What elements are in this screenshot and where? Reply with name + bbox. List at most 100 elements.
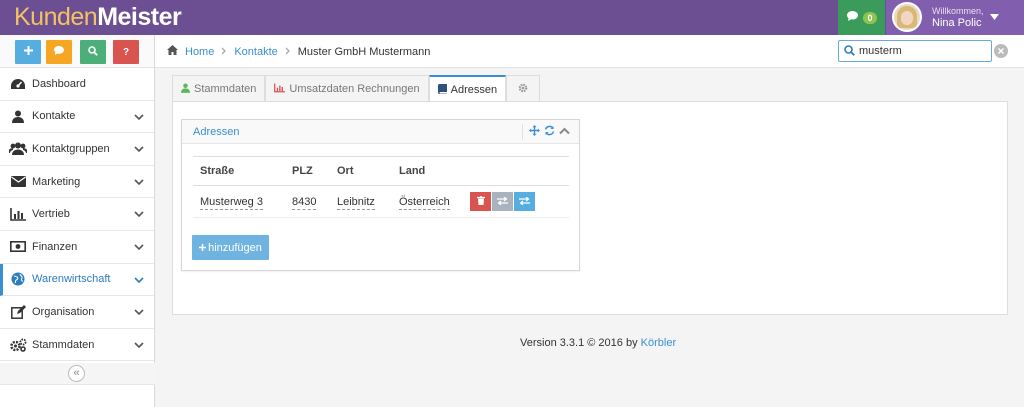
sidebar-item-vertrieb[interactable]: Vertrieb — [0, 198, 154, 231]
cell-plz[interactable]: 8430 — [292, 195, 317, 210]
move-icon[interactable] — [529, 125, 540, 139]
table-header-row: Straße PLZ Ort Land — [193, 156, 569, 186]
plus-icon — [23, 46, 33, 58]
sidebar-item-kontakte[interactable]: Kontakte — [0, 100, 154, 134]
search-icon — [844, 45, 855, 59]
plus-icon — [199, 242, 207, 254]
tab-adressen[interactable]: Adressen — [428, 75, 507, 103]
book-icon — [437, 83, 447, 97]
sidebar-item-label: Organisation — [32, 305, 95, 318]
sidebar-item-stammdaten[interactable]: Stammdaten — [0, 328, 154, 362]
quick-search-button[interactable] — [80, 40, 106, 64]
chevron-right-icon — [285, 46, 291, 58]
chevron-down-icon — [134, 242, 144, 254]
comment-icon — [846, 10, 859, 25]
home-icon — [167, 45, 178, 58]
column-header-strasse: Straße — [193, 156, 285, 186]
sidebar-item-label: Stammdaten — [32, 338, 95, 351]
column-header-ort: Ort — [330, 156, 392, 186]
chevron-down-icon — [134, 209, 144, 221]
messages-button[interactable]: 0 — [838, 0, 885, 35]
sidebar-item-label: Warenwirtschaft — [32, 273, 111, 286]
sidebar-item-finanzen[interactable]: Finanzen — [0, 230, 154, 264]
quick-help-button[interactable]: ? — [113, 40, 139, 64]
exchange-icon — [497, 196, 508, 208]
tab-umsatzdaten[interactable]: Umsatzdaten Rechnungen — [265, 75, 429, 102]
quick-add-button[interactable] — [15, 40, 41, 64]
sidebar-item-label: Kontaktgruppen — [32, 142, 110, 155]
brand-logo[interactable]: KundenMeister — [14, 3, 182, 32]
breadcrumb-bar: Home Kontakte Muster GmbH Mustermann — [155, 35, 1024, 68]
chevron-right-icon — [221, 46, 227, 58]
exchange-alt-button[interactable] — [514, 192, 535, 211]
users-icon — [8, 141, 28, 157]
bar-chart-icon — [274, 83, 286, 96]
sidebar-item-dashboard[interactable]: Dashboard — [0, 68, 154, 101]
addresses-table: Straße PLZ Ort Land Musterweg 3 8430 Lei… — [193, 156, 569, 218]
sidebar: ? Dashboard Kontakte Kontaktgruppen Mark… — [0, 35, 155, 407]
sidebar-item-warenwirtschaft[interactable]: Warenwirtschaft — [0, 263, 154, 297]
cell-ort[interactable]: Leibnitz — [337, 195, 375, 210]
tab-stammdaten[interactable]: Stammdaten — [172, 75, 266, 102]
user-icon — [181, 83, 190, 96]
sidebar-item-organisation[interactable]: Organisation — [0, 296, 154, 329]
caret-down-icon — [990, 11, 999, 23]
dashboard-icon — [8, 76, 28, 92]
user-menu[interactable]: Willkommen, Nina Polic — [886, 0, 1024, 35]
sidebar-item-marketing[interactable]: Marketing — [0, 165, 154, 199]
chevron-up-icon[interactable] — [559, 126, 570, 138]
breadcrumb-contacts-link[interactable]: Kontakte — [234, 46, 277, 58]
cogs-icon — [8, 337, 28, 353]
exchange-icon — [519, 196, 530, 208]
chevron-down-icon — [134, 307, 144, 319]
column-header-land: Land — [392, 156, 470, 186]
add-address-label: hinzufügen — [208, 241, 262, 254]
search-box — [838, 40, 992, 62]
exchange-button[interactable] — [492, 192, 513, 211]
sidebar-item-label: Dashboard — [32, 77, 86, 90]
chevron-down-icon — [134, 177, 144, 189]
edit-icon — [8, 304, 28, 320]
tab-label: Stammdaten — [194, 83, 257, 95]
table-row: Musterweg 3 8430 Leibnitz Österreich — [193, 185, 569, 218]
chevron-down-icon — [134, 275, 144, 287]
column-header-actions — [470, 156, 569, 186]
sidebar-item-label: Kontakte — [32, 110, 76, 123]
brand-part2: Meister — [97, 3, 182, 31]
sidebar-item-label: Finanzen — [32, 240, 78, 253]
panel-title: Adressen — [193, 126, 240, 138]
sidebar-item-kontaktgruppen[interactable]: Kontaktgruppen — [0, 133, 154, 166]
delete-button[interactable] — [470, 192, 491, 211]
quick-actions: ? — [0, 35, 154, 68]
tab-settings[interactable] — [506, 75, 541, 102]
trash-icon — [476, 194, 485, 208]
panel-tools — [522, 124, 570, 140]
messages-count-badge: 0 — [863, 11, 877, 24]
refresh-icon[interactable] — [544, 125, 555, 139]
chevron-down-icon — [134, 340, 144, 352]
bar-chart-icon — [8, 206, 28, 222]
user-name: Nina Polic — [932, 17, 982, 29]
comment-icon — [54, 46, 64, 58]
envelope-icon — [8, 174, 28, 190]
add-address-button[interactable]: hinzufügen — [192, 235, 269, 260]
footer-version: Version 3.3.1 © 2016 by — [520, 337, 638, 349]
breadcrumb-home-link[interactable]: Home — [185, 46, 214, 58]
column-header-plz: PLZ — [285, 156, 330, 186]
breadcrumb-current: Muster GmbH Mustermann — [297, 45, 431, 58]
tab-bar: Stammdaten Umsatzdaten Rechnungen Adress… — [172, 75, 541, 103]
sidebar-collapse-button[interactable]: « — [68, 365, 85, 382]
search-input[interactable] — [859, 44, 987, 58]
panel-header: Adressen — [182, 120, 579, 144]
user-greeting: Willkommen, — [932, 6, 984, 16]
footer-link[interactable]: Körbler — [641, 337, 676, 349]
gear-icon — [518, 83, 528, 96]
cell-strasse[interactable]: Musterweg 3 — [200, 195, 263, 210]
close-icon — [998, 45, 1004, 57]
sidebar-item-label: Marketing — [32, 175, 81, 188]
money-icon — [8, 239, 28, 255]
clear-search-button[interactable] — [994, 44, 1008, 58]
globe-icon — [8, 271, 28, 287]
quick-message-button[interactable] — [46, 40, 72, 64]
cell-land[interactable]: Österreich — [399, 195, 450, 210]
